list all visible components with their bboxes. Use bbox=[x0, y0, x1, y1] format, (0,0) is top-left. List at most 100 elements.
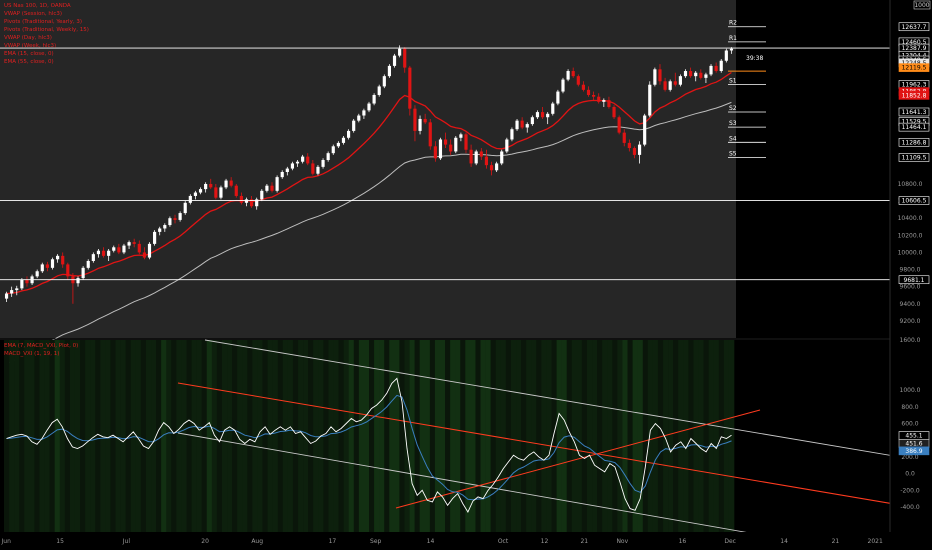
oscillator-stripe bbox=[627, 340, 633, 532]
candle-up bbox=[112, 247, 116, 251]
time-tick-label: 15 bbox=[56, 538, 64, 545]
oscillator-legend[interactable]: EMA (7, MACD_VXI, Plot, 0) MACD_VXI (1, … bbox=[4, 342, 78, 358]
oscillator-stripe bbox=[379, 340, 385, 532]
oscillator-stripe bbox=[64, 340, 71, 532]
time-axis[interactable]: Jun 15 Jul 20 Aug 17 Sep 14 Oct 12 21 Nov 16 Dec 14 21 2… bbox=[0, 532, 932, 550]
oscillator-stripe bbox=[145, 340, 152, 532]
candle-up bbox=[290, 163, 295, 169]
candle-up bbox=[76, 278, 80, 284]
candle-down bbox=[607, 100, 611, 107]
legend-item-ema-55[interactable]: EMA (55, close, 0) bbox=[4, 58, 89, 66]
legend-item-vwap-day[interactable]: VWAP (Day, hlc3) bbox=[4, 34, 89, 42]
price-label: 12637.7 bbox=[902, 24, 927, 31]
candle-up bbox=[724, 50, 728, 61]
candle-down bbox=[658, 69, 662, 82]
candle-up bbox=[551, 103, 555, 114]
time-tick-label: Nov bbox=[616, 538, 628, 545]
oscillator-stripe bbox=[54, 340, 61, 532]
candle-up bbox=[678, 76, 682, 85]
candle-up bbox=[474, 151, 478, 164]
candle-down bbox=[699, 72, 703, 78]
oscillator-stripe bbox=[232, 340, 238, 532]
candle-up bbox=[158, 228, 162, 232]
candle-up bbox=[535, 112, 540, 118]
candle-up bbox=[637, 144, 642, 155]
countdown-timer: 39:38 bbox=[746, 55, 763, 62]
oscillator-tick-label: 1000.0 bbox=[900, 387, 921, 394]
candle-up bbox=[153, 231, 157, 244]
candle-down bbox=[622, 132, 626, 143]
candle-up bbox=[127, 242, 131, 246]
time-tick-label: Oct bbox=[498, 538, 509, 545]
candle-up bbox=[372, 94, 376, 104]
oscillator-stripe bbox=[267, 340, 273, 532]
oscillator-stripe bbox=[130, 340, 137, 532]
price-label: 9681.1 bbox=[904, 277, 925, 284]
oscillator-stripe bbox=[201, 340, 208, 532]
candle-up bbox=[188, 195, 192, 203]
oscillator-stripe bbox=[262, 340, 268, 532]
oscillator-stripe bbox=[632, 340, 638, 532]
candle-up bbox=[377, 86, 381, 95]
legend-item-pivots-yearly[interactable]: Pivots (Traditional, Yearly, 3) bbox=[4, 18, 89, 26]
price-label: 11286.8 bbox=[902, 139, 927, 146]
oscillator-stripe bbox=[612, 340, 618, 532]
oscillator-stripe bbox=[166, 340, 172, 532]
candle-down bbox=[597, 96, 601, 102]
pivot-label-s5: S5 bbox=[729, 150, 737, 157]
candle-up bbox=[546, 113, 550, 118]
oscillator-stripe bbox=[29, 340, 35, 532]
oscillator-stripe bbox=[292, 340, 299, 532]
legend-item-pivots-weekly[interactable]: Pivots (Traditional, Weekly, 15) bbox=[4, 26, 89, 34]
candle-up bbox=[643, 115, 647, 145]
oscillator-stripe bbox=[551, 340, 557, 532]
legend-item-ema-15[interactable]: EMA (15, close, 0) bbox=[4, 50, 89, 58]
oscillator-stripe bbox=[708, 340, 715, 532]
candle-up bbox=[336, 142, 340, 147]
oscillator-stripe bbox=[607, 340, 613, 532]
candle-up bbox=[459, 134, 463, 138]
oscillator-stripe bbox=[287, 340, 294, 532]
chart-canvas: R2R1S1S2S3S4S539:38 100010800.010600.010… bbox=[0, 0, 932, 550]
time-tick-label: Dec bbox=[724, 538, 736, 545]
oscillator-tick-label: 800.0 bbox=[901, 404, 918, 411]
candle-up bbox=[500, 151, 504, 164]
candle-down bbox=[117, 247, 121, 253]
candle-up bbox=[40, 264, 44, 272]
time-tick-label: 21 bbox=[832, 538, 840, 545]
candle-up bbox=[178, 213, 182, 220]
candle-down bbox=[464, 134, 468, 150]
oscillator-stripe bbox=[328, 340, 334, 532]
oscillator-stripe bbox=[536, 340, 542, 532]
legend-title[interactable]: US Nas 100, 1D, OANDA bbox=[4, 2, 89, 10]
candle-up bbox=[183, 202, 187, 214]
price-tick-label: 10400.0 bbox=[898, 215, 923, 222]
oscillator-stripe bbox=[298, 340, 304, 532]
candle-up bbox=[168, 218, 172, 226]
oscillator-stripe bbox=[693, 340, 699, 532]
candle-up bbox=[204, 183, 208, 190]
candle-up bbox=[193, 192, 198, 196]
price-legend[interactable]: US Nas 100, 1D, OANDA VWAP (Session, hlc… bbox=[4, 2, 89, 66]
candle-up bbox=[15, 288, 19, 291]
candle-up bbox=[515, 120, 519, 130]
legend-item-vwap-week[interactable]: VWAP (Week, hlc3) bbox=[4, 42, 89, 50]
candle-down bbox=[689, 71, 693, 77]
legend-item-macd-vxi[interactable]: MACD_VXI (1, 19, 1) bbox=[4, 350, 78, 358]
oscillator-stripe bbox=[227, 340, 233, 532]
oscillator-stripe bbox=[455, 340, 461, 532]
pivot-label-r2: R2 bbox=[729, 20, 737, 27]
candle-up bbox=[648, 84, 652, 116]
oscillator-stripe bbox=[617, 340, 623, 532]
legend-item-vwap-session[interactable]: VWAP (Session, hlc3) bbox=[4, 10, 89, 18]
oscillator-stripe bbox=[678, 340, 684, 532]
oscillator-stripe bbox=[561, 340, 568, 532]
candle-down bbox=[617, 117, 621, 133]
oscillator-stripe bbox=[125, 340, 132, 532]
legend-item-ema-macd[interactable]: EMA (7, MACD_VXI, Plot, 0) bbox=[4, 342, 78, 350]
price-tick-label: 9600.0 bbox=[900, 284, 921, 291]
candle-up bbox=[96, 250, 101, 255]
oscillator-stripe bbox=[343, 340, 350, 532]
candle-up bbox=[346, 130, 351, 138]
candle-up bbox=[704, 74, 708, 78]
